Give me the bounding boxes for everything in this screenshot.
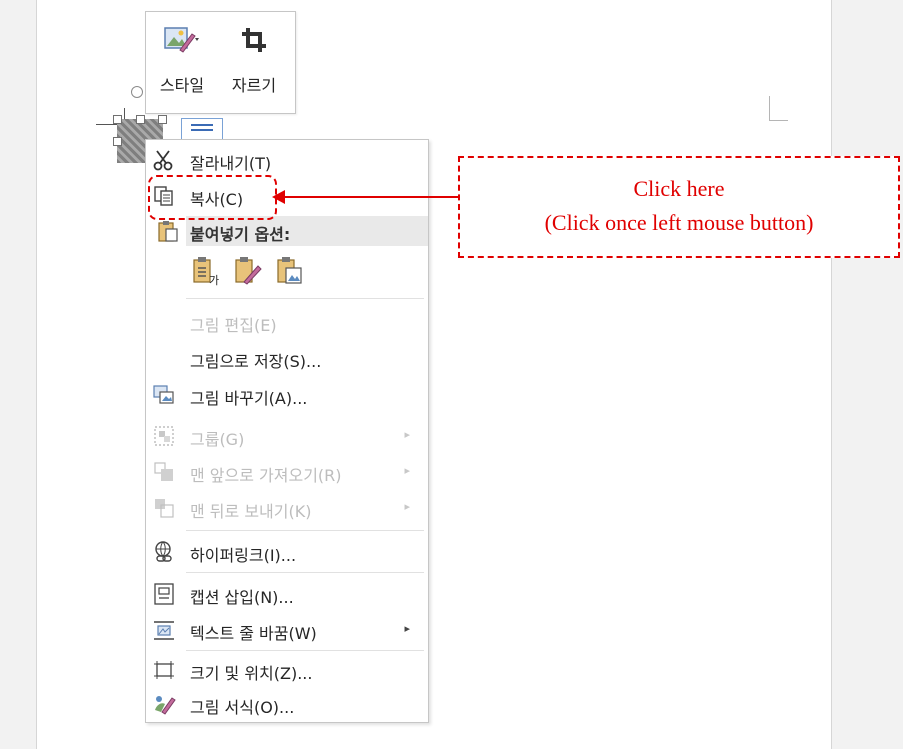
submenu-arrow-icon: ▸ [404,500,410,513]
svg-text:가: 가 [209,274,219,286]
callout-line-2: (Click once left mouse button) [544,210,814,235]
menu-item-cut[interactable]: 잘라내기(T) [146,142,428,178]
menu-separator [186,572,424,573]
menu-item-change-picture[interactable]: 그림 바꾸기(A)... [146,377,428,413]
rotation-handle[interactable] [131,86,143,98]
format-picture-icon [152,692,176,716]
style-button[interactable]: 스타일 [152,12,212,113]
menu-item-size-position[interactable]: 크기 및 위치(Z)... [146,652,428,688]
submenu-arrow-icon: ▸ [404,428,410,441]
crop-button-label: 자르기 [231,76,277,95]
wrap-text-icon [152,618,176,642]
change-picture-icon [152,383,176,407]
group-icon [152,424,176,448]
submenu-arrow-icon: ▸ [404,622,410,635]
menu-item-send-to-back: 맨 뒤로 보내기(K) ▸ [146,490,428,526]
menu-item-label: 하이퍼링크(I)... [190,546,297,565]
layout-options-icon [191,124,213,126]
page-corner-mark [769,96,788,121]
menu-item-label: 그림 바꾸기(A)... [190,389,308,408]
send-to-back-icon [152,496,176,520]
menu-item-label: 맨 앞으로 가져오기(R) [190,466,342,485]
menu-separator [186,650,424,651]
mini-toolbar: 스타일 자르기 [145,11,296,114]
paste-options-row: 가 [192,252,312,288]
layout-options-button[interactable] [181,118,223,140]
crop-icon [224,24,284,58]
menu-item-group: 그룹(G) ▸ [146,418,428,454]
menu-item-label: 그림 편집(E) [190,316,277,335]
menu-item-edit-picture: 그림 편집(E) [146,304,428,340]
resize-handle-top-right[interactable] [158,115,167,124]
clipboard-icon [156,219,180,243]
insert-caption-icon [152,582,176,606]
resize-handle-top-left[interactable] [113,115,122,124]
paste-options-header: 붙여넣기 옵션: [186,216,428,246]
menu-item-label: 그림으로 저장(S)... [190,352,322,371]
menu-item-label: 잘라내기(T) [190,154,272,173]
callout-line-1: Click here [633,176,725,201]
copy-highlight-box [148,175,277,220]
menu-item-wrap-text[interactable]: 텍스트 줄 바꿈(W) ▸ [146,612,428,648]
merge-formatting-icon[interactable] [234,256,262,286]
bring-to-front-icon [152,460,176,484]
menu-separator [186,298,424,299]
callout-arrow-line [282,196,458,198]
instruction-callout: Click here (Click once left mouse button… [458,156,900,258]
menu-item-save-as-picture[interactable]: 그림으로 저장(S)... [146,340,428,376]
menu-item-label: 그림 서식(O)... [190,698,295,717]
menu-item-label: 캡션 삽입(N)... [190,588,294,607]
style-button-label: 스타일 [159,76,205,95]
menu-item-hyperlink[interactable]: 하이퍼링크(I)... [146,534,428,570]
scissors-icon [152,148,176,172]
menu-item-label: 크기 및 위치(Z)... [190,664,313,683]
menu-item-format-picture[interactable]: 그림 서식(O)... [146,686,428,722]
menu-separator [186,530,424,531]
paste-options-label: 붙여넣기 옵션: [190,225,291,244]
resize-handle-left[interactable] [113,137,122,146]
resize-handle-top[interactable] [136,115,145,124]
callout-arrow-icon [272,190,285,204]
submenu-arrow-icon: ▸ [404,464,410,477]
menu-item-label: 텍스트 줄 바꿈(W) [190,624,317,643]
crop-button[interactable]: 자르기 [224,12,284,113]
hyperlink-icon [152,540,176,564]
size-position-icon [152,658,176,682]
menu-item-bring-to-front: 맨 앞으로 가져오기(R) ▸ [146,454,428,490]
keep-text-only-icon[interactable]: 가 [192,256,220,287]
menu-item-label: 그룹(G) [190,430,245,449]
menu-item-label: 맨 뒤로 보내기(K) [190,502,312,521]
menu-item-insert-caption[interactable]: 캡션 삽입(N)... [146,576,428,612]
picture-style-icon [152,24,212,58]
picture-paste-icon[interactable] [276,256,304,286]
context-menu: 잘라내기(T) 복사(C) 붙여넣기 옵션: 가 그림 편집(E) 그림으로 저… [145,139,429,723]
